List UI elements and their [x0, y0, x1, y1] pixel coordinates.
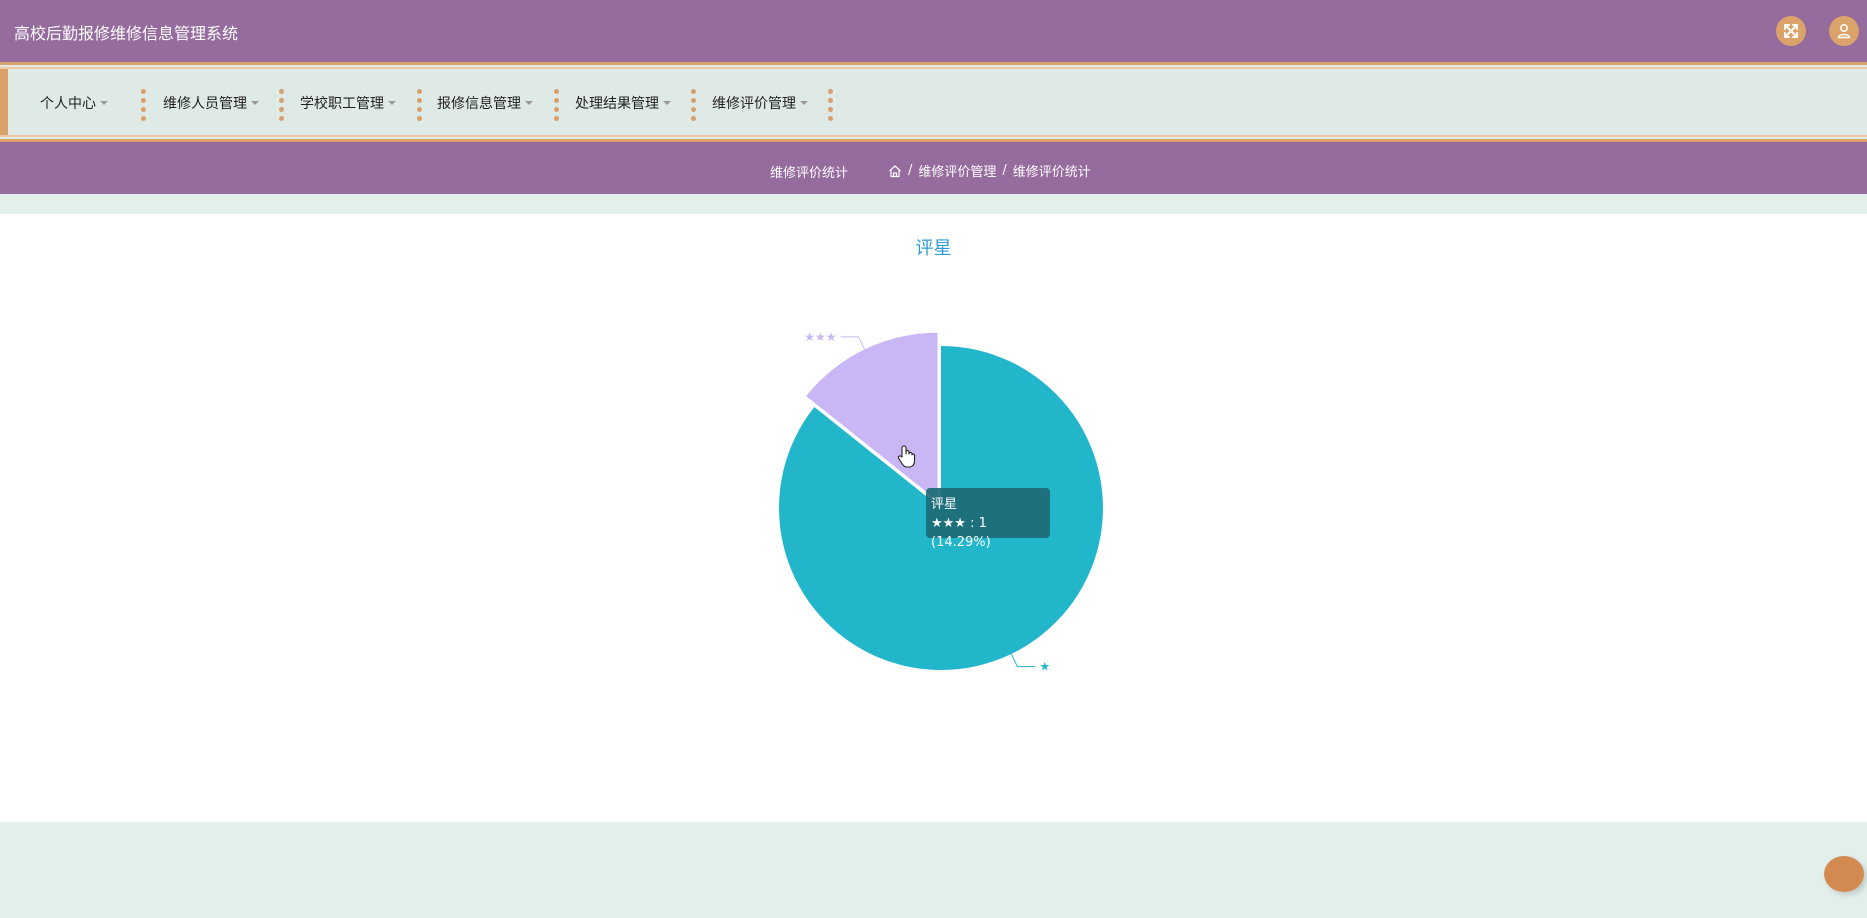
chevron-down-icon — [525, 101, 533, 105]
nav-item-label: 学校职工管理 — [300, 96, 384, 112]
breadcrumb-item: 维修评价统计 — [1012, 165, 1091, 180]
fullscreen-icon — [1784, 24, 1798, 38]
breadcrumb-item[interactable]: 维修评价管理 — [918, 161, 996, 180]
breadcrumb-separator: / — [1002, 163, 1007, 178]
user-button[interactable] — [1829, 16, 1859, 46]
nav-item-label: 维修人员管理 — [163, 96, 247, 112]
nav-left-cap — [0, 69, 8, 135]
chevron-down-icon — [251, 101, 259, 105]
nav-item-label: 处理结果管理 — [575, 96, 659, 112]
user-icon — [1837, 24, 1851, 39]
chevron-down-icon — [663, 101, 671, 105]
chart-tooltip: 评星 ★★★ : 1 (14.29%) — [926, 488, 1050, 550]
nav-item-label: 个人中心 — [40, 96, 96, 112]
home-icon[interactable] — [888, 164, 902, 178]
tooltip-title: 评星 — [931, 497, 958, 512]
chevron-down-icon — [100, 101, 108, 105]
chart-title: 评星 — [915, 238, 952, 259]
nav-item-evaluations[interactable]: 维修评价管理 — [712, 93, 808, 113]
nav-separator — [554, 89, 559, 121]
nav-separator — [417, 89, 422, 121]
fullscreen-button[interactable] — [1776, 16, 1806, 46]
page-title: 维修评价统计 — [770, 166, 849, 181]
nav-separator — [828, 89, 833, 121]
top-header: 高校后勤报修维修信息管理系统 — [0, 0, 1867, 62]
nav-item-personal-center[interactable]: 个人中心 — [40, 93, 108, 113]
nav-item-school-staff[interactable]: 学校职工管理 — [300, 93, 396, 113]
chat-bubble-button[interactable] — [1824, 856, 1864, 892]
breadcrumb-separator: / — [908, 163, 913, 178]
chevron-down-icon — [800, 101, 808, 105]
nav-item-repair-staff[interactable]: 维修人员管理 — [163, 93, 259, 113]
page-header: 维修评价统计 / 维修评价管理 / 维修评价统计 — [0, 142, 1867, 194]
chevron-down-icon — [388, 101, 396, 105]
nav-item-label: 报修信息管理 — [437, 96, 521, 112]
nav-item-results[interactable]: 处理结果管理 — [575, 93, 671, 113]
tooltip-text: ★★★ : 1 (14.29%) — [931, 516, 991, 550]
app-title: 高校后勤报修维修信息管理系统 — [14, 24, 239, 43]
nav-item-label: 维修评价管理 — [712, 96, 796, 112]
nav-separator — [691, 89, 696, 121]
main-nav: 个人中心 维修人员管理 学校职工管理 报修信息管理 处理结果管理 维修评价管理 — [0, 62, 1867, 142]
nav-separator — [141, 89, 146, 121]
nav-item-repair-requests[interactable]: 报修信息管理 — [437, 93, 533, 113]
breadcrumb: / 维修评价管理 / 维修评价统计 — [888, 161, 1091, 180]
nav-separator — [279, 89, 284, 121]
